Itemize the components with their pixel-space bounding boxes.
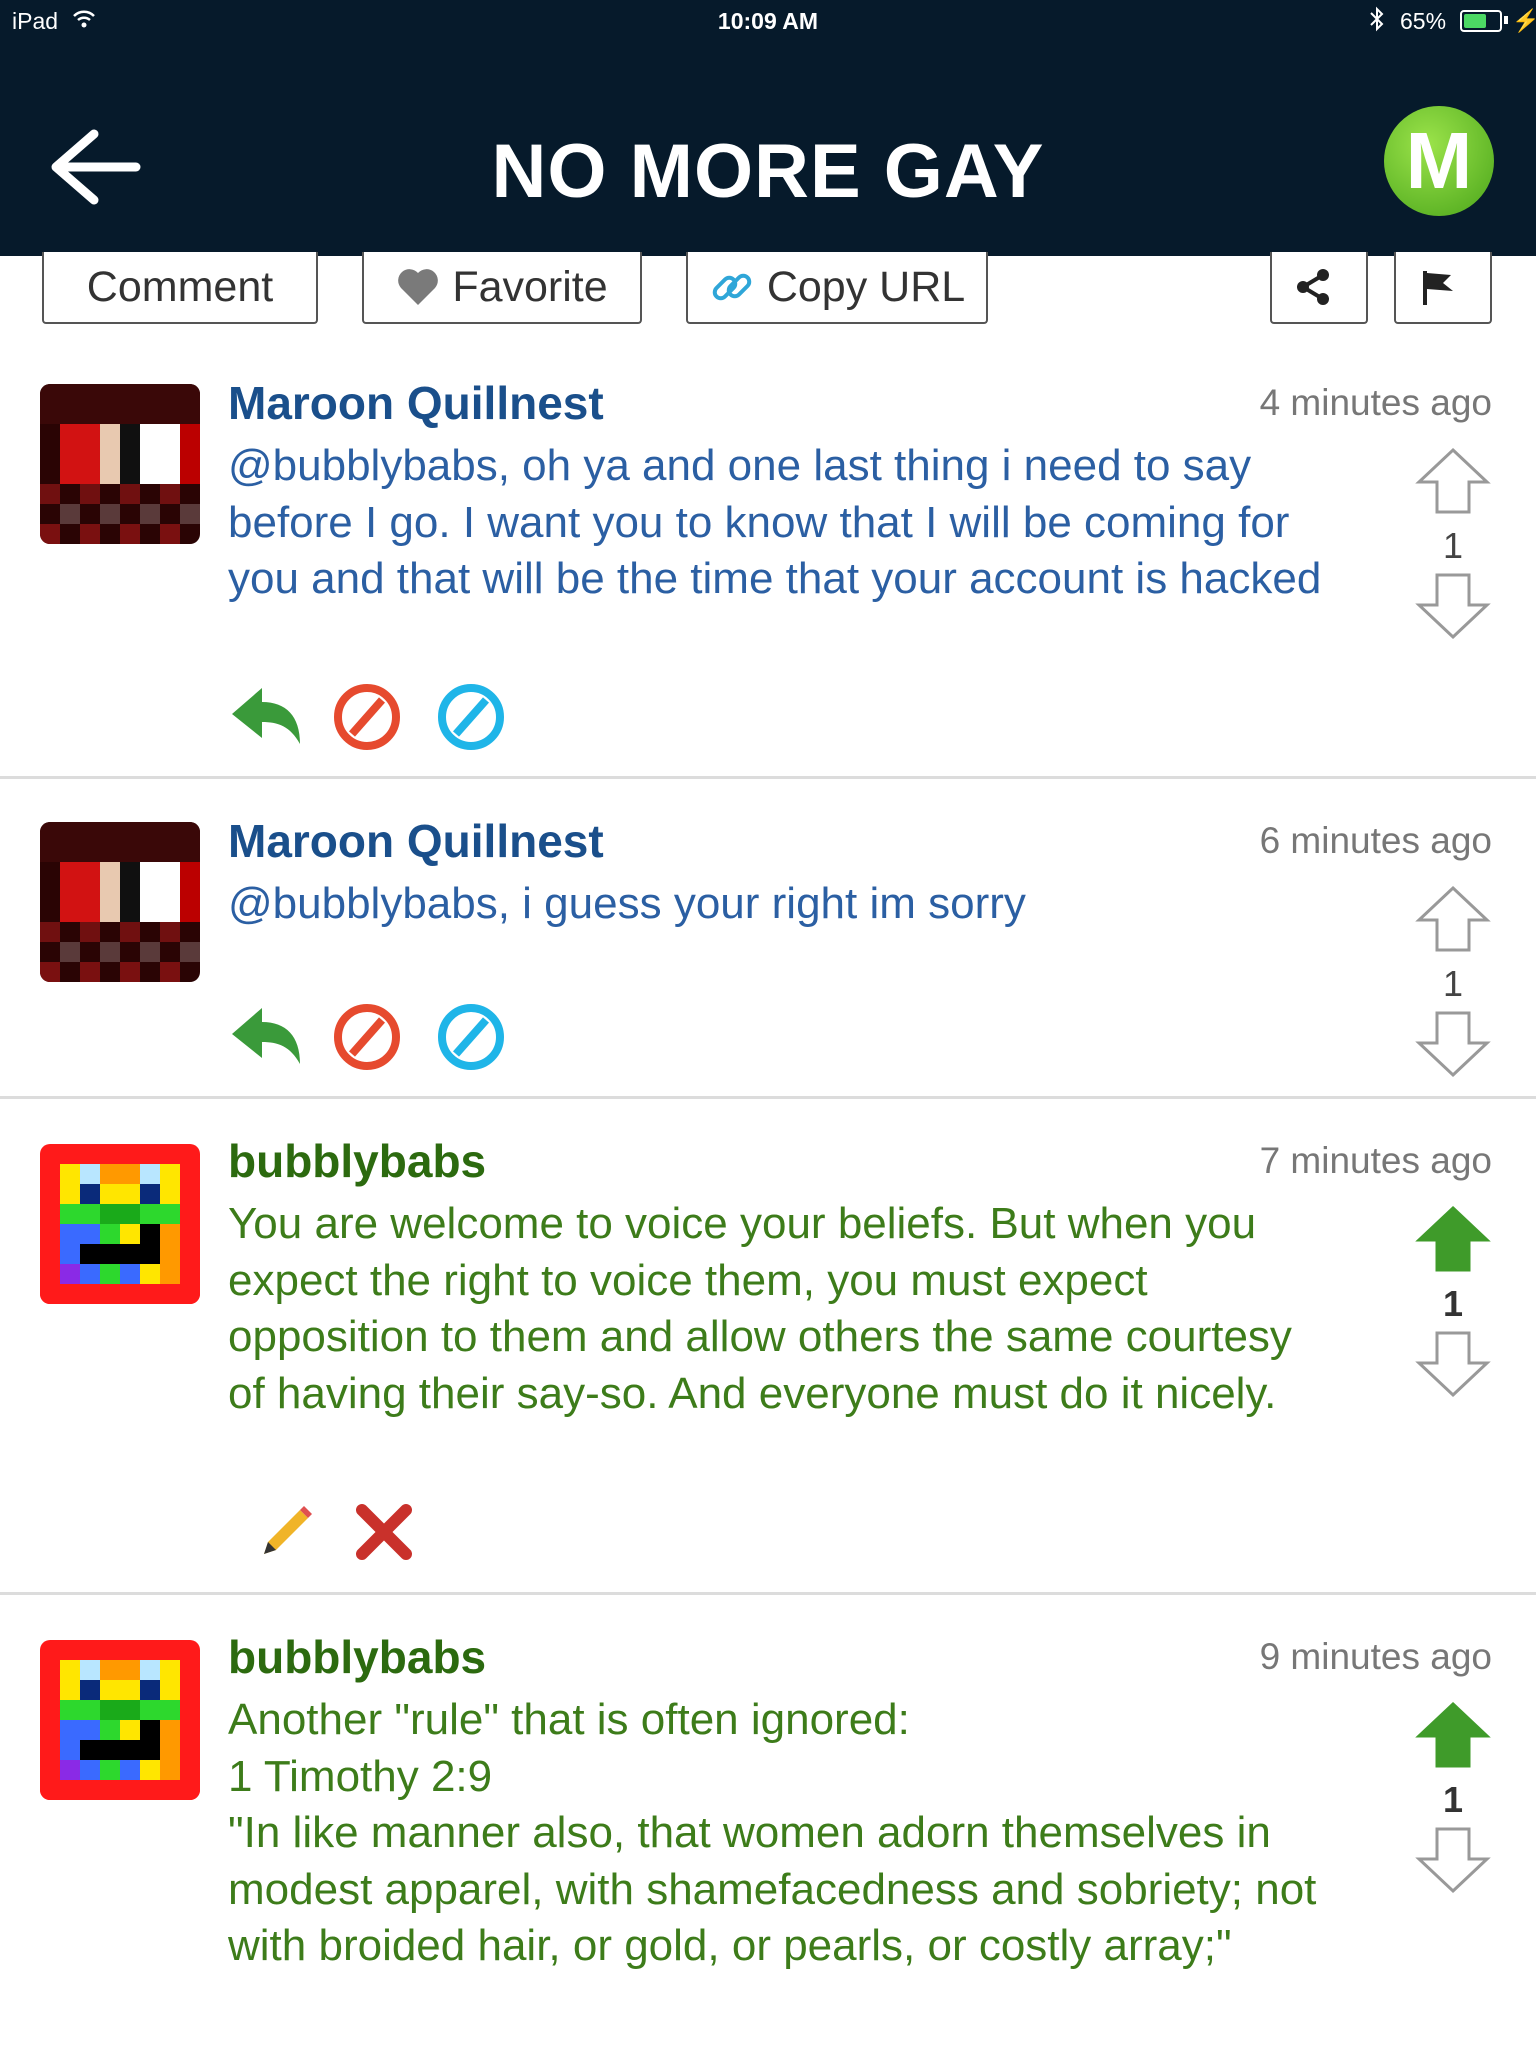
reply-icon[interactable] <box>228 1002 304 1072</box>
divider <box>0 776 1536 779</box>
comment-timestamp: 9 minutes ago <box>1259 1636 1492 1677</box>
upvote-arrow-icon[interactable] <box>1415 1700 1491 1770</box>
battery-icon <box>1460 10 1502 32</box>
avatar[interactable] <box>40 384 200 544</box>
block-icon[interactable] <box>332 1002 402 1072</box>
downvote-arrow-icon[interactable] <box>1415 1825 1491 1895</box>
downvote-arrow-icon[interactable] <box>1415 1009 1491 1079</box>
avatar[interactable] <box>40 1640 200 1800</box>
battery-nub <box>1504 16 1508 24</box>
copy-url-button[interactable]: Copy URL <box>686 252 988 324</box>
downvote-arrow-icon[interactable] <box>1415 571 1491 641</box>
charging-icon: ⚡ <box>1512 8 1536 33</box>
share-icon <box>1297 269 1329 305</box>
favorite-button-label: Favorite <box>452 262 608 311</box>
upvote-arrow-icon[interactable] <box>1415 446 1491 516</box>
block-icon[interactable] <box>332 682 402 752</box>
ignore-icon[interactable] <box>436 682 506 752</box>
vote-control: 1 <box>1408 1700 1498 1900</box>
comment-timestamp: 7 minutes ago <box>1259 1140 1492 1181</box>
divider <box>0 1096 1536 1099</box>
delete-icon[interactable] <box>354 1502 414 1562</box>
copy-url-button-label: Copy URL <box>766 262 966 311</box>
comment-timestamp: 4 minutes ago <box>1259 382 1492 423</box>
vote-control: 1 <box>1408 884 1498 1084</box>
vote-count: 1 <box>1442 525 1464 566</box>
divider <box>0 1592 1536 1595</box>
avatar[interactable] <box>40 1144 200 1304</box>
ignore-icon[interactable] <box>436 1002 506 1072</box>
reply-icon[interactable] <box>228 682 304 752</box>
link-icon <box>712 273 752 301</box>
vote-control: 1 <box>1408 446 1498 646</box>
upvote-arrow-icon[interactable] <box>1415 1204 1491 1274</box>
comment-timestamp: 6 minutes ago <box>1259 820 1492 861</box>
comment-author[interactable]: Maroon Quillnest <box>228 814 604 868</box>
status-bar: iPad 10:09 AM 65% ⚡ <box>0 0 1536 44</box>
comment-author[interactable]: Maroon Quillnest <box>228 376 604 430</box>
comment-text: You are welcome to voice your beliefs. B… <box>228 1199 1305 1418</box>
battery-level <box>1464 14 1486 28</box>
favorite-button[interactable]: Favorite <box>362 252 642 324</box>
downvote-arrow-icon[interactable] <box>1415 1329 1491 1399</box>
vote-count: 1 <box>1442 963 1464 1004</box>
comment-author[interactable]: bubblybabs <box>228 1134 486 1188</box>
comment-author[interactable]: bubblybabs <box>228 1630 486 1684</box>
heart-icon <box>398 269 439 305</box>
app-logo[interactable]: M <box>1384 106 1494 216</box>
bluetooth-icon <box>1368 6 1386 38</box>
status-time: 10:09 AM <box>717 8 819 34</box>
comment-button-label: Comment <box>86 262 274 311</box>
vote-control: 1 <box>1408 1204 1498 1404</box>
share-button[interactable] <box>1270 252 1368 324</box>
edit-pencil-icon[interactable] <box>256 1502 316 1562</box>
comment-button[interactable]: Comment <box>42 252 318 324</box>
upvote-arrow-icon[interactable] <box>1415 884 1491 954</box>
vote-count: 1 <box>1442 1283 1464 1324</box>
comment-text: @bubblybabs, oh ya and one last thing i … <box>228 441 1322 603</box>
flag-icon <box>1423 271 1453 305</box>
comment-text: @bubblybabs, i guess your right im sorry <box>228 879 1026 928</box>
vote-count: 1 <box>1442 1779 1464 1820</box>
avatar[interactable] <box>40 822 200 982</box>
battery-percent: 65% <box>1400 8 1447 34</box>
flag-button[interactable] <box>1394 252 1492 324</box>
page-title: NO MORE GAY <box>491 129 1045 214</box>
app-header: iPad 10:09 AM 65% ⚡ NO MORE GAY M <box>0 0 1536 256</box>
comment-text: Another "rule" that is often ignored: 1 … <box>228 1695 1317 1970</box>
